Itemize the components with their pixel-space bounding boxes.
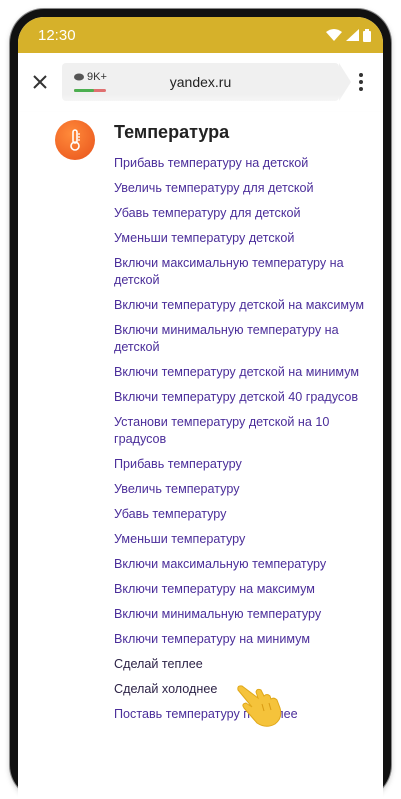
command-link[interactable]: Включи температуру на минимум bbox=[114, 631, 376, 648]
command-link[interactable]: Включи температуру на максимум bbox=[114, 581, 376, 598]
thermometer-icon bbox=[55, 120, 95, 160]
wifi-icon bbox=[326, 29, 342, 41]
status-time: 12:30 bbox=[38, 26, 76, 44]
phone-screen: 12:30 9K+ yandex.ru Температура Прибавь … bbox=[18, 17, 383, 799]
command-link[interactable]: Сделай теплее bbox=[114, 656, 376, 673]
command-list: Прибавь температуру на детской Увеличь т… bbox=[114, 155, 376, 731]
command-link[interactable]: Включи температуру детской 40 градусов bbox=[114, 389, 376, 406]
command-link[interactable]: Уменьши температуру детской bbox=[114, 230, 376, 247]
command-link[interactable]: Включи минимальную температуру на детско… bbox=[114, 322, 376, 356]
signal-icon bbox=[346, 29, 359, 41]
phone-frame: 12:30 9K+ yandex.ru Температура Прибавь … bbox=[10, 9, 391, 799]
status-icons bbox=[326, 28, 371, 42]
command-link[interactable]: Включи максимальную температуру bbox=[114, 556, 376, 573]
bottom-fade bbox=[18, 94, 383, 112]
command-link[interactable]: Увеличь температуру для детской bbox=[114, 180, 376, 197]
battery-icon bbox=[363, 28, 371, 42]
command-link[interactable]: Увеличь температуру bbox=[114, 481, 376, 498]
more-vertical-icon bbox=[359, 73, 363, 91]
url-text: yandex.ru bbox=[169, 74, 232, 90]
command-link[interactable]: Прибавь температуру на детской bbox=[114, 155, 376, 172]
close-button[interactable] bbox=[18, 74, 62, 90]
command-link[interactable]: Убавь температуру bbox=[114, 506, 376, 523]
command-link[interactable]: Убавь температуру для детской bbox=[114, 205, 376, 222]
status-bar: 12:30 bbox=[18, 17, 383, 53]
command-link[interactable]: Включи минимальную температуру bbox=[114, 606, 376, 623]
section-title: Температура bbox=[114, 122, 230, 142]
command-link[interactable]: Установи температуру детской на 10 граду… bbox=[114, 414, 376, 448]
command-link[interactable]: Включи температуру детской на максимум bbox=[114, 297, 376, 314]
pointing-hand-icon bbox=[237, 685, 282, 727]
close-icon bbox=[33, 75, 47, 89]
command-link[interactable]: Прибавь температуру bbox=[114, 456, 376, 473]
command-link[interactable]: Включи температуру детской на минимум bbox=[114, 364, 376, 381]
command-link[interactable]: Включи максимальную температуру на детск… bbox=[114, 255, 376, 289]
command-link[interactable]: Уменьши температуру bbox=[114, 531, 376, 548]
